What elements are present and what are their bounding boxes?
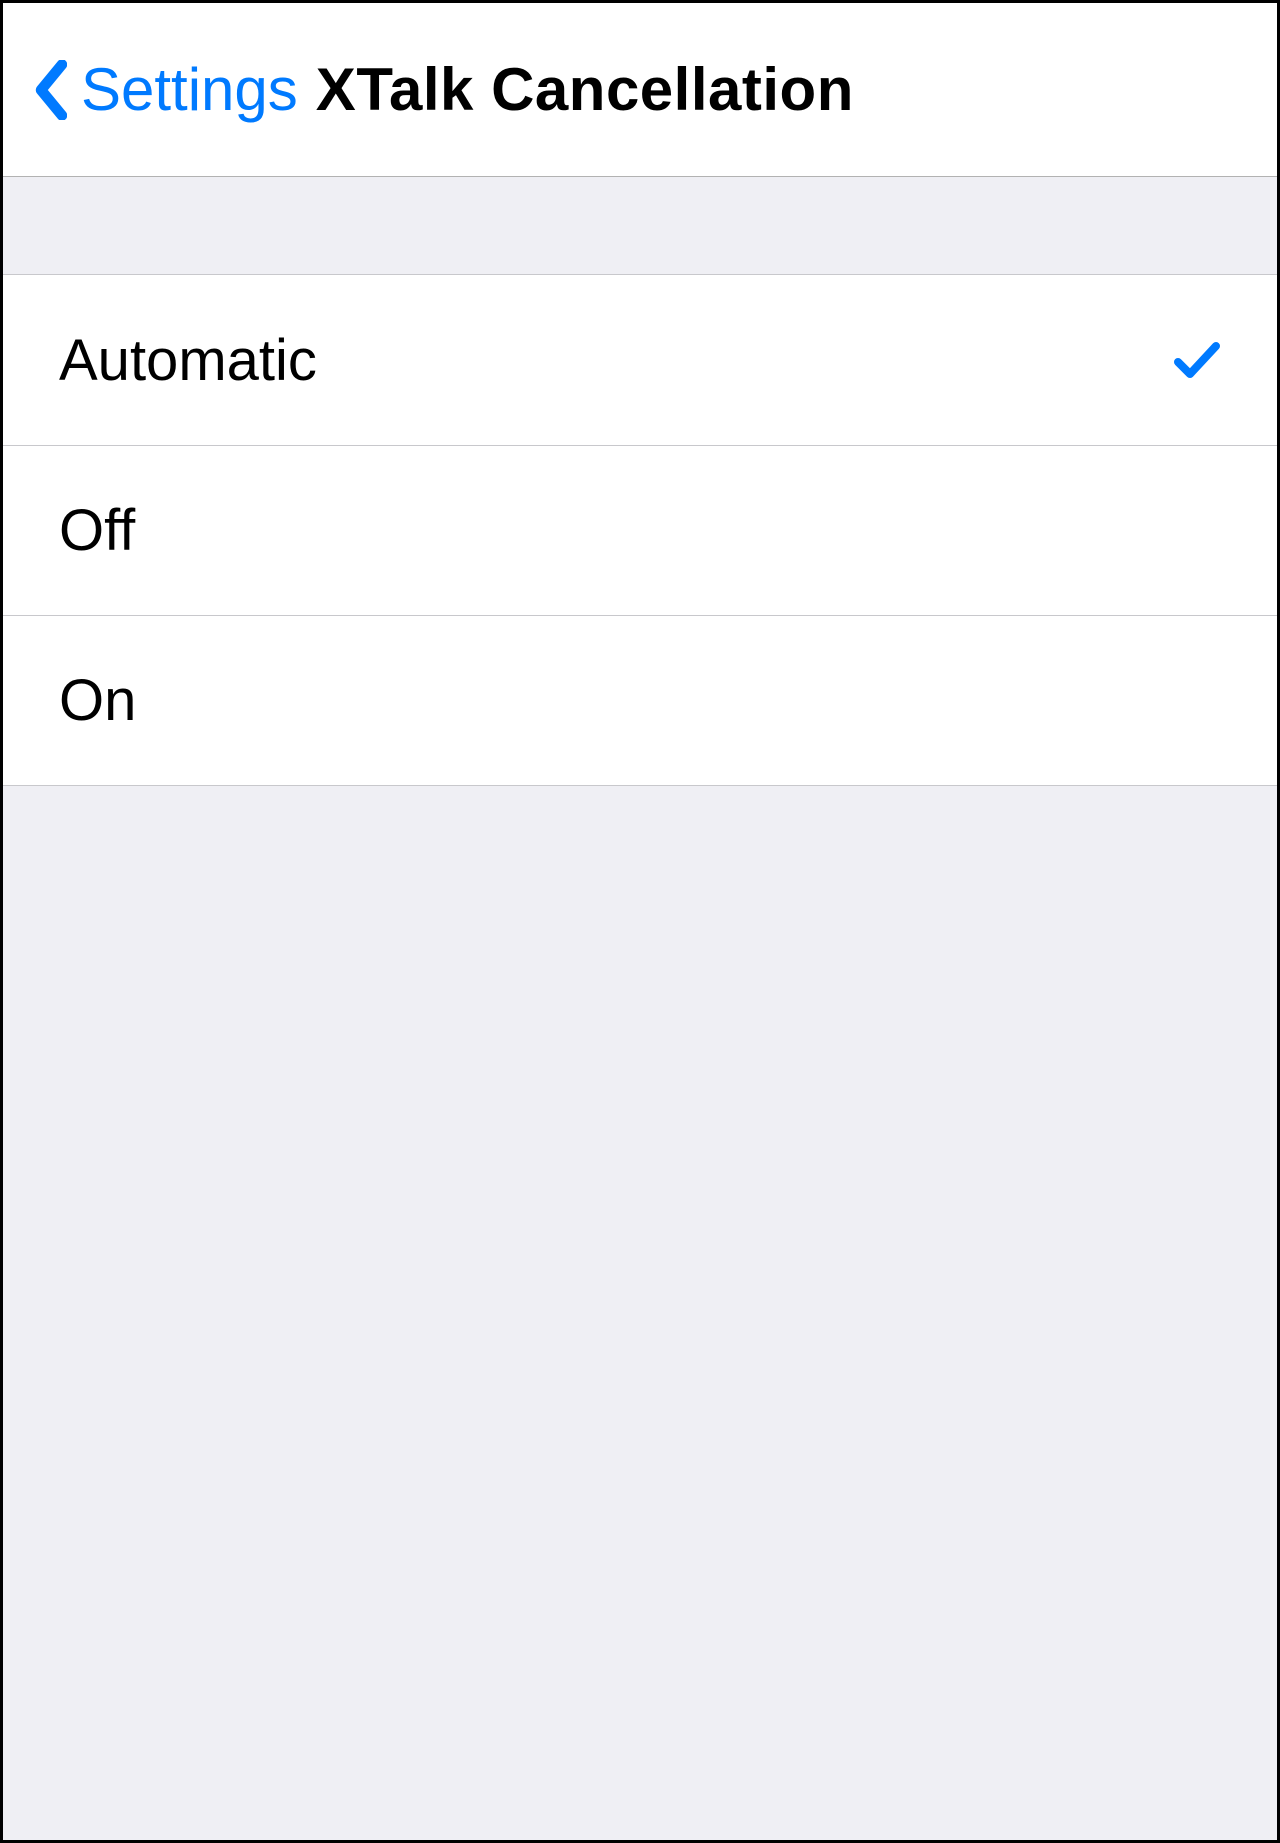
back-label: Settings xyxy=(81,55,298,124)
option-label: Automatic xyxy=(59,327,317,394)
content-fill xyxy=(3,786,1277,1840)
option-on[interactable]: On xyxy=(3,615,1277,785)
section-gap xyxy=(3,177,1277,275)
option-off[interactable]: Off xyxy=(3,445,1277,615)
option-label: Off xyxy=(59,497,135,564)
page-title: XTalk Cancellation xyxy=(316,55,854,124)
back-button[interactable]: Settings xyxy=(33,55,298,124)
checkmark-icon xyxy=(1173,340,1221,380)
navbar: Settings XTalk Cancellation xyxy=(3,3,1277,177)
option-list: Automatic Off On xyxy=(3,275,1277,786)
option-automatic[interactable]: Automatic xyxy=(3,275,1277,445)
chevron-left-icon xyxy=(33,60,67,120)
app-frame: Settings XTalk Cancellation Automatic Of… xyxy=(0,0,1280,1843)
option-label: On xyxy=(59,667,136,734)
